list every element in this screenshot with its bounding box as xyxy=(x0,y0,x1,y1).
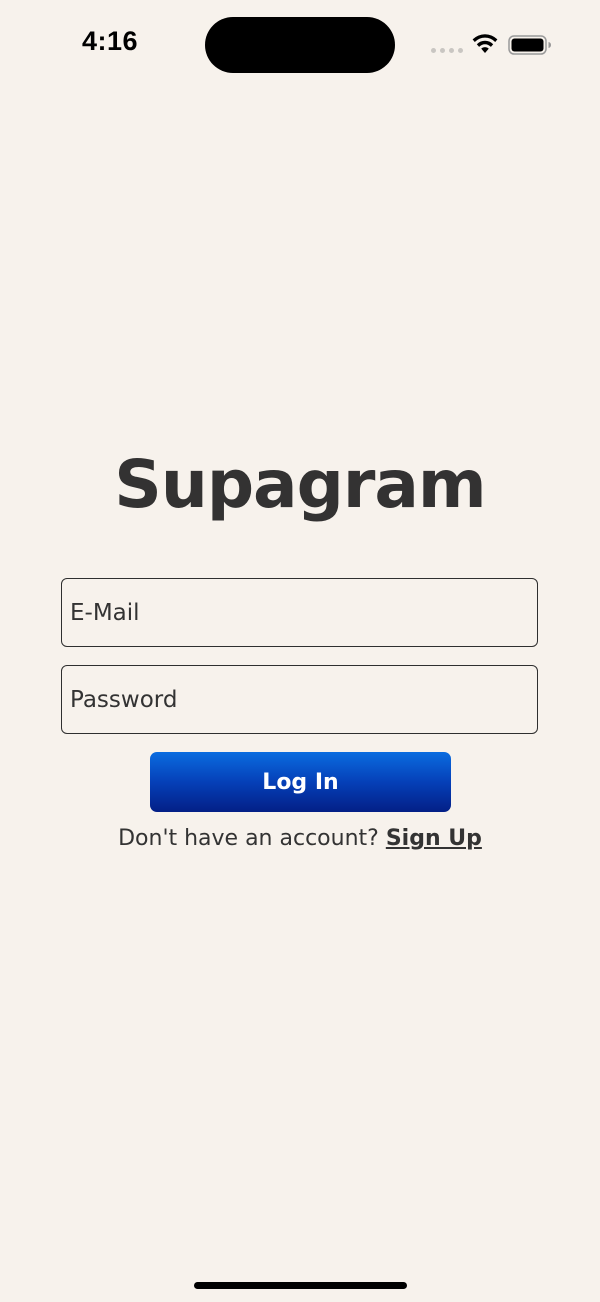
login-button[interactable]: Log In xyxy=(150,752,451,812)
dynamic-island xyxy=(205,17,395,73)
password-field[interactable] xyxy=(61,665,538,734)
status-time: 4:16 xyxy=(82,26,139,56)
wifi-icon xyxy=(472,34,498,53)
signup-row: Don't have an account? Sign Up xyxy=(0,826,600,851)
signup-link[interactable]: Sign Up xyxy=(386,826,482,851)
home-indicator[interactable] xyxy=(194,1282,407,1289)
signup-prompt: Don't have an account? xyxy=(118,826,386,851)
email-field[interactable] xyxy=(61,578,538,647)
app-title: Supagram xyxy=(114,446,486,523)
cellular-signal-icon xyxy=(431,48,463,53)
battery-icon xyxy=(508,35,551,55)
